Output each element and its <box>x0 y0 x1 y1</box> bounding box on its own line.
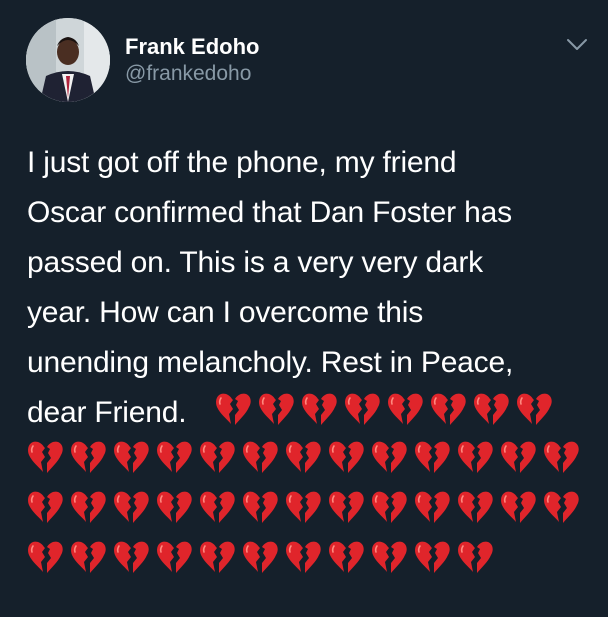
broken-heart-icon <box>286 541 321 573</box>
user-info[interactable]: Frank Edoho @frankedoho <box>125 34 259 87</box>
broken-heart-icon <box>431 393 466 425</box>
broken-heart-icon <box>243 441 278 473</box>
user-handle[interactable]: @frankedoho <box>125 61 259 87</box>
broken-heart-icon <box>114 441 149 473</box>
broken-heart-icon <box>415 541 450 573</box>
tweet-header: Frank Edoho @frankedoho <box>26 18 588 102</box>
broken-heart-icon <box>200 541 235 573</box>
broken-heart-icon <box>114 541 149 573</box>
broken-heart-icon <box>28 541 63 573</box>
chevron-down-icon[interactable] <box>566 38 588 52</box>
display-name[interactable]: Frank Edoho <box>125 34 259 60</box>
broken-heart-icon <box>71 491 106 523</box>
tweet-text-line: Oscar confirmed that Dan Foster has <box>27 196 512 229</box>
broken-heart-icon <box>415 441 450 473</box>
broken-heart-icon <box>200 441 235 473</box>
broken-heart-icon <box>114 491 149 523</box>
broken-heart-icon <box>372 491 407 523</box>
broken-heart-icon <box>259 393 294 425</box>
broken-heart-icon <box>28 491 63 523</box>
broken-heart-icon <box>286 441 321 473</box>
broken-heart-icon <box>216 393 251 425</box>
broken-heart-icon <box>458 441 493 473</box>
emoji-row <box>27 440 587 490</box>
broken-heart-icon <box>157 491 192 523</box>
emoji-row-inline <box>215 392 559 432</box>
broken-heart-icon <box>243 491 278 523</box>
tweet-text-line: unending melancholy. Rest in Peace, <box>27 346 514 379</box>
broken-heart-icon <box>544 491 579 523</box>
broken-heart-icon <box>71 541 106 573</box>
tweet-card: Frank Edoho @frankedoho I just got off t… <box>0 0 608 617</box>
tweet-text-line: year. How can I overcome this <box>27 296 424 329</box>
emoji-block <box>27 440 587 590</box>
tweet-text-line: passed on. This is a very very dark <box>27 246 483 279</box>
broken-heart-icon <box>28 441 63 473</box>
avatar-image <box>26 18 110 102</box>
broken-heart-icon <box>329 491 364 523</box>
emoji-row <box>27 540 587 590</box>
broken-heart-icon <box>157 441 192 473</box>
broken-heart-icon <box>388 393 423 425</box>
broken-heart-icon <box>501 491 536 523</box>
broken-heart-icon <box>458 491 493 523</box>
broken-heart-icon <box>372 541 407 573</box>
broken-heart-icon <box>372 441 407 473</box>
tweet-text-line: I just got off the phone, my friend <box>27 146 457 179</box>
broken-heart-icon <box>415 491 450 523</box>
broken-heart-icon <box>71 441 106 473</box>
broken-heart-icon <box>501 441 536 473</box>
broken-heart-icon <box>517 393 552 425</box>
broken-heart-icon <box>157 541 192 573</box>
broken-heart-icon <box>243 541 278 573</box>
broken-heart-icon <box>302 393 337 425</box>
broken-heart-icon <box>286 491 321 523</box>
emoji-row <box>27 490 587 540</box>
broken-heart-icon <box>329 541 364 573</box>
broken-heart-icon <box>474 393 509 425</box>
broken-heart-icon <box>544 441 579 473</box>
avatar[interactable] <box>26 18 110 102</box>
broken-heart-icon <box>200 491 235 523</box>
broken-heart-icon <box>458 541 493 573</box>
broken-heart-icon <box>345 393 380 425</box>
broken-heart-icon <box>329 441 364 473</box>
